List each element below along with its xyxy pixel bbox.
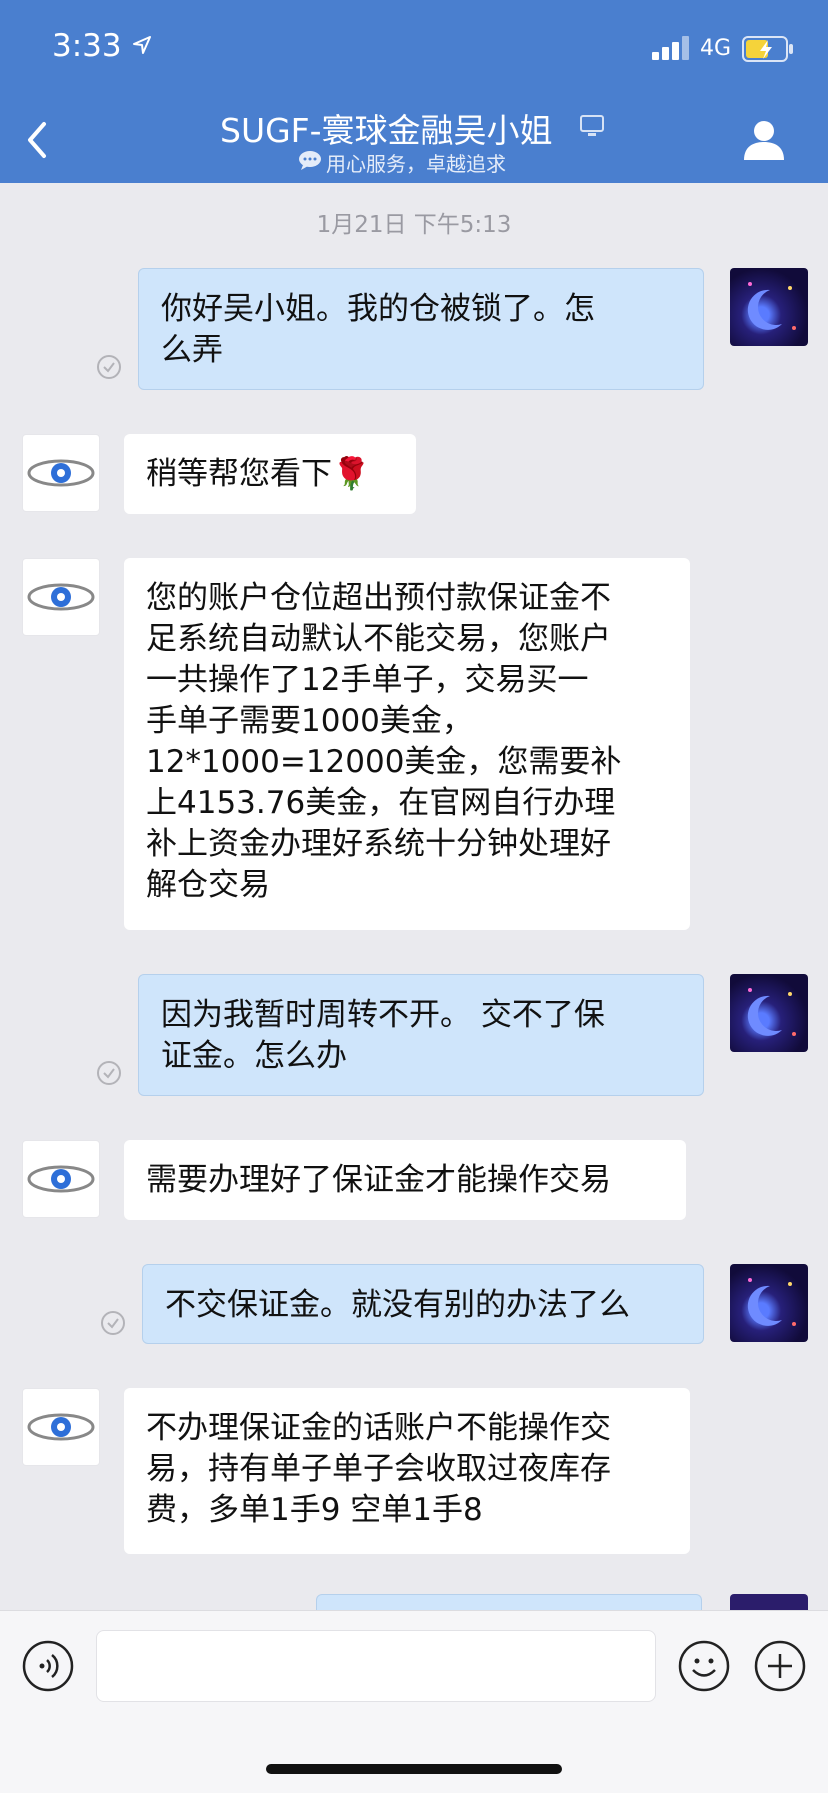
moon-avatar-icon — [747, 988, 796, 1036]
agent-avatar[interactable] — [22, 1140, 100, 1218]
read-check-icon — [97, 355, 121, 379]
message-line: 你好吴小姐。我的仓被锁了。怎 — [161, 291, 595, 327]
message-line: 因为我暂时周转不开。 交不了保 — [161, 997, 605, 1033]
plus-icon[interactable] — [754, 1640, 806, 1692]
message-bubble[interactable]: 稍等帮您看下🌹 — [124, 434, 416, 514]
partial-avatar — [730, 1594, 808, 1610]
message-line: 需要办理好了保证金才能操作交易 — [146, 1162, 611, 1198]
eye-logo-icon — [27, 1165, 95, 1193]
agent-avatar[interactable] — [22, 1388, 100, 1466]
message-bubble[interactable]: 不交保证金。就没有别的办法了么 — [142, 1264, 704, 1344]
agent-avatar[interactable] — [22, 558, 100, 636]
signal-icon — [652, 36, 689, 60]
my-avatar[interactable] — [730, 1264, 808, 1342]
chat-subtitle: 用心服务，卓越追求 — [326, 152, 506, 176]
message-line: 足系统自动默认不能交易，您账户 — [146, 621, 611, 657]
message-line: 证金。怎么办 — [161, 1038, 347, 1074]
message-line: 费，多单1手9 空单1手8 — [146, 1492, 483, 1528]
status-time: 3:33 — [52, 28, 122, 64]
read-check-icon — [101, 1311, 125, 1335]
message-line: 易，持有单子单子会收取过夜库存 — [146, 1451, 611, 1487]
message-bubble[interactable]: 不办理保证金的话账户不能操作交 易，持有单子单子会收取过夜库存 费，多单1手9 … — [124, 1388, 690, 1554]
message-line: 手单子需要1000美金， — [146, 703, 473, 739]
message-line: 12*1000=12000美金，您需要补 — [146, 744, 622, 780]
message-line: 不办理保证金的话账户不能操作交 — [146, 1410, 611, 1446]
message-bubble[interactable]: 你好吴小姐。我的仓被锁了。怎 么弄 — [138, 268, 704, 390]
message-line: 上4153.76美金，在官网自行办理 — [146, 785, 616, 821]
eye-logo-icon — [27, 1413, 95, 1441]
message-line: 解仓交易 — [146, 867, 270, 903]
chat-title: SUGF-寰球金融吴小姐 — [220, 111, 553, 150]
emoji-icon[interactable] — [678, 1640, 730, 1692]
home-indicator[interactable] — [266, 1764, 562, 1774]
message-line: 不交保证金。就没有别的办法了么 — [165, 1287, 630, 1323]
read-check-icon — [97, 1061, 121, 1085]
moon-avatar-icon — [747, 1278, 796, 1326]
computer-icon — [580, 115, 604, 136]
voice-icon[interactable] — [22, 1640, 74, 1692]
chat-bubble-icon — [299, 151, 321, 170]
agent-avatar[interactable] — [22, 434, 100, 512]
message-bubble[interactable]: 因为我暂时周转不开。 交不了保 证金。怎么办 — [138, 974, 704, 1096]
my-avatar[interactable] — [730, 268, 808, 346]
network-type: 4G — [700, 36, 732, 61]
chat-header: 3:33 4G SUGF-寰球金融吴小姐 用心服务，卓越追求 — [0, 0, 828, 183]
message-input[interactable] — [96, 1630, 656, 1702]
message-line: 您的账户仓位超出预付款保证金不 — [146, 580, 611, 616]
eye-logo-icon — [27, 459, 95, 487]
profile-icon[interactable] — [742, 118, 786, 160]
message-bubble[interactable]: 需要办理好了保证金才能操作交易 — [124, 1140, 686, 1220]
message-line: 一共操作了12手单子，交易买一 — [146, 662, 589, 698]
message-line: 补上资金办理好系统十分钟处理好 — [146, 826, 611, 862]
message-bubble[interactable]: 您的账户仓位超出预付款保证金不 足系统自动默认不能交易，您账户 一共操作了12手… — [124, 558, 690, 930]
message-line: 么弄 — [161, 332, 223, 368]
chat-timestamp: 1月21日 下午5:13 — [316, 212, 512, 238]
moon-avatar-icon — [747, 282, 796, 330]
my-avatar[interactable] — [730, 974, 808, 1052]
location-arrow-icon — [133, 36, 151, 54]
battery-icon — [742, 36, 793, 62]
back-chevron-icon[interactable] — [22, 118, 52, 162]
message-line: 稍等帮您看下🌹 — [146, 456, 371, 492]
eye-logo-icon — [27, 583, 95, 611]
